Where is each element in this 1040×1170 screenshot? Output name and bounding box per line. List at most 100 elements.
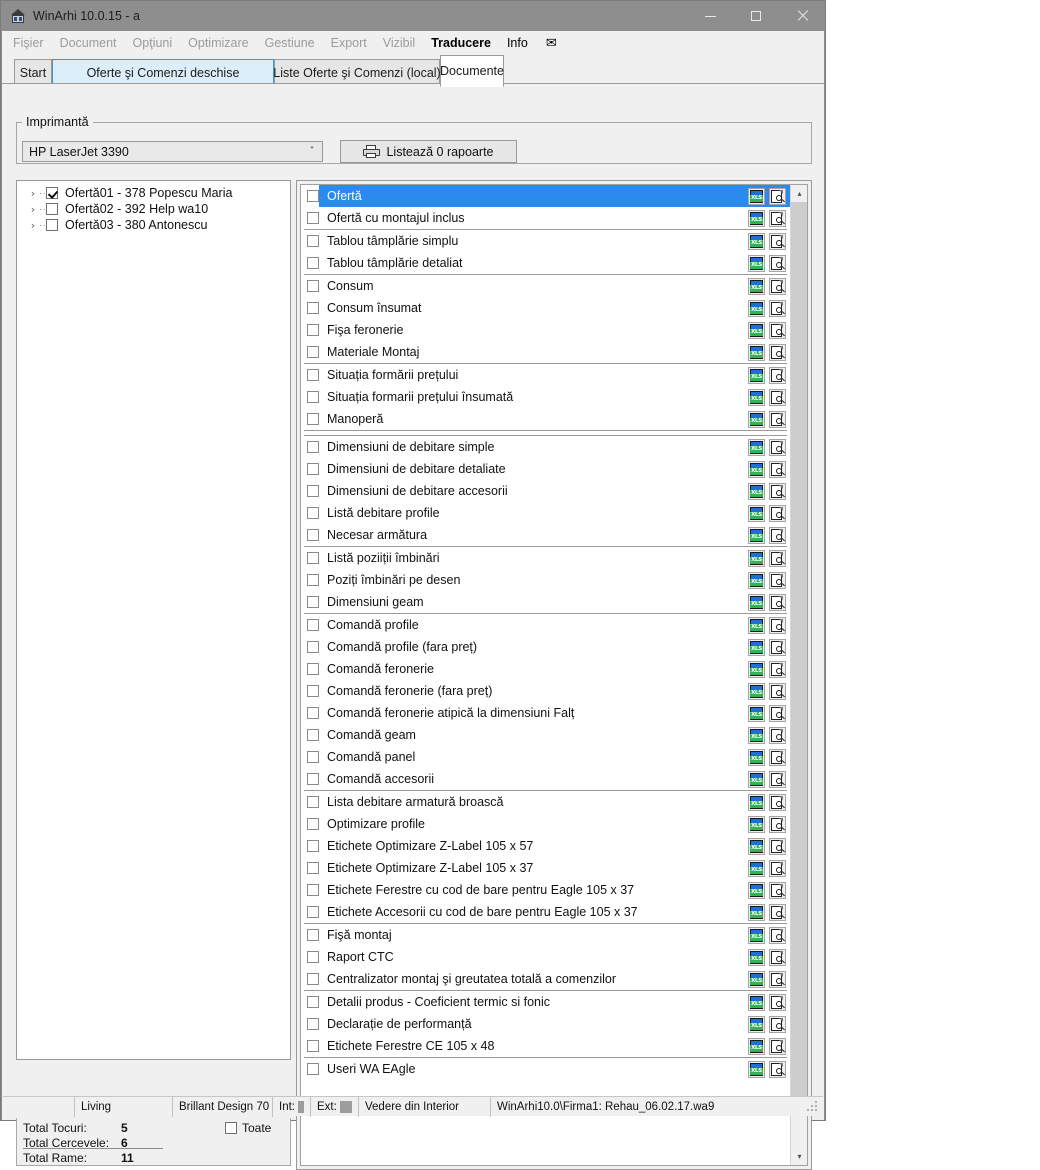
document-checkbox[interactable] — [307, 212, 319, 224]
offers-tree[interactable]: › ·· Ofertă01 - 378 Popescu Maria › ·· Ofertă… — [16, 180, 291, 1060]
export-xls-button[interactable]: XLS — [748, 367, 765, 384]
document-row[interactable]: Situația formării prețului XLS — [301, 364, 790, 386]
export-xls-button[interactable]: XLS — [748, 233, 765, 250]
document-checkbox[interactable] — [307, 663, 319, 675]
document-checkbox[interactable] — [307, 840, 319, 852]
chevron-right-icon[interactable]: › — [27, 187, 39, 200]
document-row[interactable]: Comandă profile XLS — [301, 614, 790, 636]
preview-button[interactable] — [769, 683, 786, 700]
export-xls-button[interactable]: XLS — [748, 882, 765, 899]
export-xls-button[interactable]: XLS — [748, 749, 765, 766]
preview-button[interactable] — [769, 705, 786, 722]
document-checkbox[interactable] — [307, 1040, 319, 1052]
print-reports-button[interactable]: Listează 0 rapoarte — [340, 140, 517, 163]
preview-button[interactable] — [769, 994, 786, 1011]
document-row[interactable]: Dimensiuni de debitare detaliate XLS — [301, 458, 790, 480]
document-checkbox[interactable] — [307, 235, 319, 247]
preview-button[interactable] — [769, 300, 786, 317]
preview-button[interactable] — [769, 860, 786, 877]
document-row[interactable]: Etichete Accesorii cu cod de bare pentru… — [301, 901, 790, 923]
export-xls-button[interactable]: XLS — [748, 527, 765, 544]
preview-button[interactable] — [769, 594, 786, 611]
document-row[interactable]: Etichete Ferestre cu cod de bare pentru … — [301, 879, 790, 901]
document-checkbox[interactable] — [307, 574, 319, 586]
preview-button[interactable] — [769, 882, 786, 899]
menu-item-gestiune[interactable]: Gestiune — [265, 36, 315, 50]
document-row[interactable]: Dimensiuni geam XLS — [301, 591, 790, 613]
document-row[interactable]: Declarație de performanță XLS — [301, 1013, 790, 1035]
preview-button[interactable] — [769, 927, 786, 944]
document-row[interactable]: Materiale Montaj XLS — [301, 341, 790, 363]
export-xls-button[interactable]: XLS — [748, 344, 765, 361]
preview-button[interactable] — [769, 188, 786, 205]
document-row[interactable]: Ofertă cu montajul inclus XLS — [301, 207, 790, 229]
toate-checkbox[interactable] — [225, 1122, 237, 1134]
document-row[interactable]: Detalii produs - Coeficient termic si fo… — [301, 991, 790, 1013]
document-checkbox[interactable] — [307, 906, 319, 918]
document-row[interactable]: Comandă accesorii XLS — [301, 768, 790, 790]
document-row[interactable]: Comandă geam XLS — [301, 724, 790, 746]
menu-item-op-iuni[interactable]: Opţiuni — [133, 36, 173, 50]
resize-grip[interactable] — [807, 1101, 819, 1113]
document-row[interactable]: Centralizator montaj şi greutatea totală… — [301, 968, 790, 990]
preview-button[interactable] — [769, 439, 786, 456]
export-xls-button[interactable]: XLS — [748, 505, 765, 522]
document-checkbox[interactable] — [307, 773, 319, 785]
chevron-right-icon[interactable]: › — [27, 203, 39, 216]
documents-list[interactable]: Ofertă XLS Ofertă cu montajul inclus XLS Tab… — [301, 185, 790, 1165]
document-checkbox[interactable] — [307, 1018, 319, 1030]
scrollbar-thumb[interactable] — [791, 202, 807, 1107]
preview-button[interactable] — [769, 749, 786, 766]
preview-button[interactable] — [769, 233, 786, 250]
export-xls-button[interactable]: XLS — [748, 904, 765, 921]
minimize-button[interactable] — [687, 1, 733, 31]
document-row[interactable]: Dimensiuni de debitare accesorii XLS — [301, 480, 790, 502]
export-xls-button[interactable]: XLS — [748, 461, 765, 478]
printer-select[interactable]: HP LaserJet 3390 ˅ — [22, 141, 323, 162]
preview-button[interactable] — [769, 1061, 786, 1078]
document-checkbox[interactable] — [307, 507, 319, 519]
document-checkbox[interactable] — [307, 391, 319, 403]
document-checkbox[interactable] — [307, 884, 319, 896]
document-checkbox[interactable] — [307, 818, 319, 830]
export-xls-button[interactable]: XLS — [748, 1061, 765, 1078]
tree-item[interactable]: › ·· Ofertă02 - 392 Help wa10 — [17, 201, 290, 217]
document-checkbox[interactable] — [307, 862, 319, 874]
preview-button[interactable] — [769, 550, 786, 567]
close-button[interactable] — [779, 1, 825, 31]
mail-icon[interactable]: ✉ — [546, 35, 557, 51]
chevron-right-icon[interactable]: › — [27, 219, 39, 232]
export-xls-button[interactable]: XLS — [748, 994, 765, 1011]
tree-item[interactable]: › ·· Ofertă03 - 380 Antonescu — [17, 217, 290, 233]
document-row[interactable]: Comandă panel XLS — [301, 746, 790, 768]
document-row[interactable]: Etichete Ferestre CE 105 x 48 XLS — [301, 1035, 790, 1057]
document-checkbox[interactable] — [307, 463, 319, 475]
export-xls-button[interactable]: XLS — [748, 322, 765, 339]
document-row[interactable]: Listă poziiții îmbinări XLS — [301, 547, 790, 569]
tab-oferte-i-comenzi-deschise[interactable]: Oferte şi Comenzi deschise — [52, 59, 274, 86]
preview-button[interactable] — [769, 949, 786, 966]
preview-button[interactable] — [769, 838, 786, 855]
document-checkbox[interactable] — [307, 619, 319, 631]
export-xls-button[interactable]: XLS — [748, 816, 765, 833]
menu-item-export[interactable]: Export — [331, 36, 367, 50]
document-checkbox[interactable] — [307, 369, 319, 381]
preview-button[interactable] — [769, 210, 786, 227]
preview-button[interactable] — [769, 794, 786, 811]
document-checkbox[interactable] — [307, 751, 319, 763]
export-xls-button[interactable]: XLS — [748, 411, 765, 428]
export-xls-button[interactable]: XLS — [748, 1038, 765, 1055]
document-row[interactable]: Comandă feronerie atipică la dimensiuni … — [301, 702, 790, 724]
export-xls-button[interactable]: XLS — [748, 439, 765, 456]
document-checkbox[interactable] — [307, 529, 319, 541]
tree-item-checkbox[interactable] — [46, 219, 58, 231]
export-xls-button[interactable]: XLS — [748, 971, 765, 988]
preview-button[interactable] — [769, 1038, 786, 1055]
export-xls-button[interactable]: XLS — [748, 838, 765, 855]
preview-button[interactable] — [769, 389, 786, 406]
document-row[interactable]: Listă debitare profile XLS — [301, 502, 790, 524]
export-xls-button[interactable]: XLS — [748, 794, 765, 811]
document-row[interactable]: Necesar armătura XLS — [301, 524, 790, 546]
preview-button[interactable] — [769, 572, 786, 589]
document-checkbox[interactable] — [307, 707, 319, 719]
